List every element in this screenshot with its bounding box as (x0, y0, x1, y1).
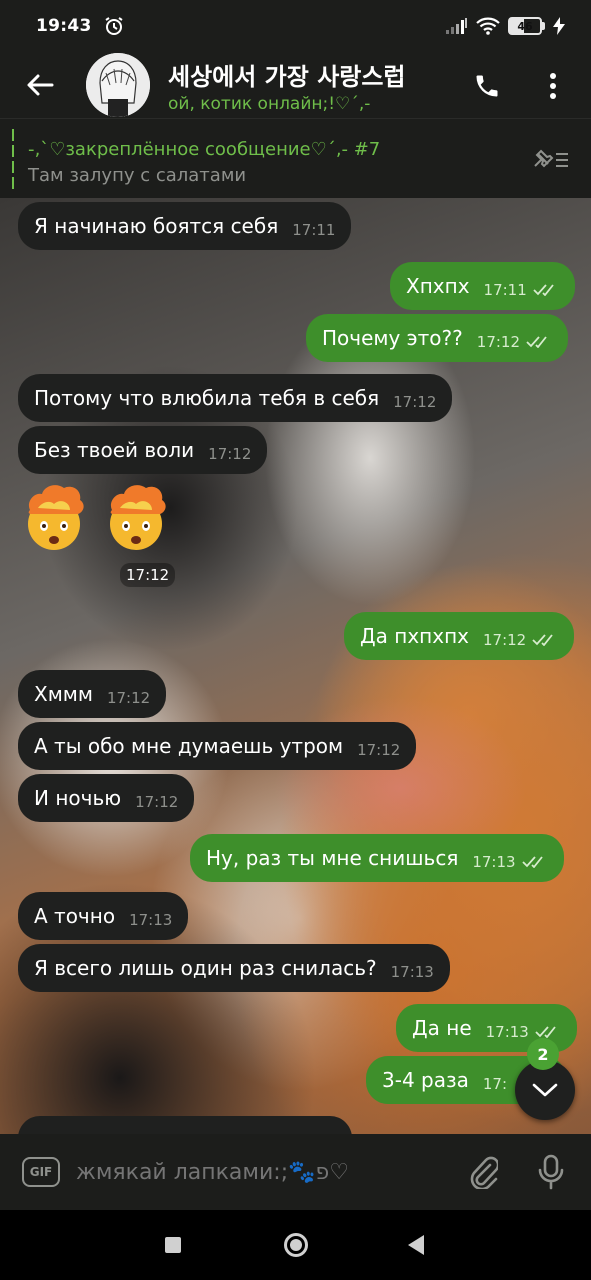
chat-title[interactable]: 세상에서 가장 사랑스럽 (168, 57, 428, 92)
alarm-icon (105, 17, 123, 35)
chat-header: 세상에서 가장 사랑스럽 ой, котик онлайн;!♡´‚- (0, 52, 591, 118)
message-incoming[interactable]: Потому что влюбила тебя в себя 17:12 (18, 374, 453, 422)
read-check-icon (521, 856, 543, 868)
message-input[interactable] (76, 1159, 436, 1185)
message-text: Почему это?? (322, 326, 463, 350)
message-time: 17:12 (120, 563, 176, 587)
home-button[interactable] (284, 1233, 308, 1257)
pin-list-icon (534, 149, 568, 168)
message-text: И ночью (34, 786, 122, 810)
battery-indicator: 46 (508, 17, 545, 35)
pin-indicator (12, 129, 14, 189)
message-time: 17:12 (393, 393, 437, 411)
message-outgoing[interactable]: Ну, раз ты мне снишься 17:13 (190, 834, 564, 882)
read-check-icon (535, 1026, 556, 1038)
message-incoming[interactable]: Я начинаю боятся себя 17:11 (18, 202, 352, 250)
arrow-left-icon (27, 74, 54, 96)
message-time: 17:11 (483, 281, 527, 299)
system-back-button[interactable] (408, 1235, 424, 1255)
message-incoming[interactable]: Без твоей воли 17:12 (18, 426, 268, 474)
signal-icon (446, 18, 467, 34)
microphone-icon (538, 1154, 564, 1190)
pinned-message-bar[interactable]: -‚`♡закреплённое сообщение♡´‚- #7 Там за… (0, 118, 591, 198)
message-time: 17:13 (129, 911, 173, 929)
recents-button[interactable] (165, 1237, 181, 1253)
chat-status: ой, котик онлайн;!♡´‚- (168, 93, 371, 114)
gif-button[interactable]: GIF (22, 1157, 60, 1187)
battery-level: 46 (517, 19, 533, 33)
read-check-icon (533, 284, 554, 296)
message-incoming[interactable]: Я всего лишь один раз снилась? 17:13 (18, 944, 450, 992)
pinned-text: Там залупу с салатами (28, 165, 247, 186)
status-time: 19:43 (36, 16, 92, 36)
system-navigation-bar (0, 1210, 591, 1280)
microphone-button[interactable] (531, 1152, 571, 1192)
paperclip-icon (470, 1156, 498, 1189)
wifi-icon (476, 17, 500, 35)
read-check-icon (526, 336, 547, 348)
exploding-head-emoji-icon (110, 485, 166, 550)
read-check-icon (532, 634, 553, 646)
message-incoming[interactable]: И ночью 17:12 (18, 774, 195, 822)
message-text: А точно (34, 904, 116, 928)
message-incoming[interactable]: А ты обо мне думаешь утром 17:12 (18, 722, 417, 770)
message-time: 17:12 (106, 689, 151, 707)
message-outgoing[interactable]: Да пхпхпх 17:12 (344, 612, 575, 660)
message-text: Ну, раз ты мне снишься (206, 846, 459, 870)
message-text: Я всего лишь один раз снилась? (34, 956, 377, 980)
call-button[interactable] (465, 64, 509, 108)
message-time: 17:12 (476, 333, 521, 351)
message-outgoing[interactable]: Хпхпх 17:11 (390, 262, 575, 310)
message-time: 17:13 (390, 963, 434, 981)
more-vertical-icon (550, 73, 556, 99)
more-menu-button[interactable] (531, 64, 575, 108)
phone-icon (476, 75, 498, 97)
status-bar: 19:43 46 (0, 0, 591, 52)
message-text: 3-4 раза (382, 1068, 469, 1092)
message-time: 17: (482, 1075, 508, 1093)
message-composer: GIF (0, 1134, 591, 1210)
message-incoming-partial[interactable] (18, 1116, 352, 1134)
message-incoming[interactable]: Хммм 17:12 (18, 670, 167, 718)
message-text: Да пхпхпх (360, 624, 469, 648)
message-outgoing[interactable]: Почему это?? 17:12 (306, 314, 569, 362)
pinned-list-button[interactable] (531, 141, 571, 177)
message-text: Хммм (34, 682, 93, 706)
message-text: Я начинаю боятся себя (34, 214, 279, 238)
attach-button[interactable] (463, 1152, 503, 1192)
charging-icon (553, 17, 565, 35)
unread-badge: 2 (527, 1038, 559, 1070)
chat-messages[interactable]: Я начинаю боятся себя 17:11 Хпхпх 17:11 … (0, 198, 591, 1134)
message-time: 17:12 (208, 445, 252, 463)
message-time: 17:12 (357, 741, 401, 759)
message-time: 17:12 (482, 631, 527, 649)
message-text: Да не (412, 1016, 472, 1040)
avatar[interactable] (86, 53, 150, 117)
message-text: Без твоей воли (34, 438, 195, 462)
pinned-title: -‚`♡закреплённое сообщение♡´‚- #7 (28, 139, 381, 160)
message-time: 17:12 (135, 793, 179, 811)
chevron-down-icon (532, 1083, 558, 1097)
back-button[interactable] (10, 55, 70, 115)
message-text: Потому что влюбила тебя в себя (34, 386, 380, 410)
anime-avatar-icon (86, 53, 150, 117)
message-time: 17:13 (472, 853, 516, 871)
message-time: 17:11 (292, 221, 336, 239)
message-text: Хпхпх (406, 274, 470, 298)
exploding-head-emoji-icon (28, 485, 84, 550)
message-text: А ты обо мне думаешь утром (34, 734, 344, 758)
message-incoming[interactable]: А точно 17:13 (18, 892, 189, 940)
message-time: 17:13 (485, 1023, 529, 1041)
